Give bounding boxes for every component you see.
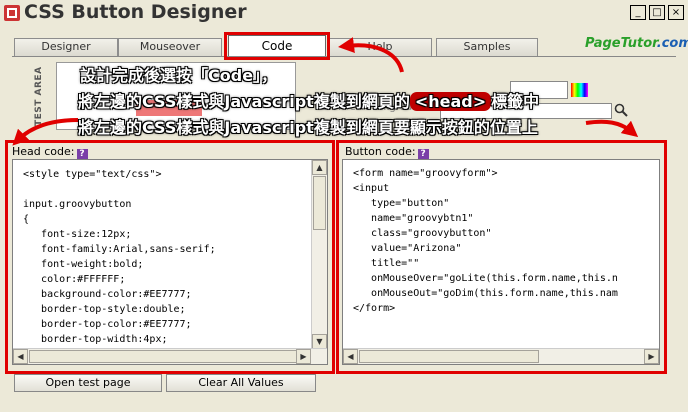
minimize-button[interactable]: _: [630, 5, 646, 20]
button-code-highlight: [336, 140, 667, 374]
color-picker-icon[interactable]: [571, 83, 588, 97]
open-test-page-button[interactable]: Open test page: [14, 374, 162, 392]
window-title: CSS Button Designer: [24, 1, 247, 23]
code-tab-highlight: [224, 32, 330, 60]
tab-designer[interactable]: Designer: [14, 38, 118, 56]
tab-samples[interactable]: Samples: [436, 38, 538, 56]
app-icon: [4, 5, 20, 21]
tab-mouseover[interactable]: Mouseover: [118, 38, 222, 56]
brand-logo[interactable]: PageTutor.com: [585, 36, 688, 51]
clear-all-values-button[interactable]: Clear All Values: [166, 374, 316, 392]
annotation-line-1: 設計完成後選按「Code」，: [80, 66, 278, 85]
tab-divider: [12, 56, 676, 57]
search-icon[interactable]: [614, 103, 628, 117]
test-area-label: TEST AREA: [34, 66, 44, 126]
annotation-line-3: 將左邊的CSS樣式與Javascript複製到網頁要顯示按鈕的位置上: [78, 118, 538, 137]
annotation-line-2: 將左邊的CSS樣式與Javascript複製到網頁的 <head> 標籤中: [78, 92, 540, 111]
arrow-to-button-code: [585, 119, 639, 138]
tab-help[interactable]: Help: [328, 38, 432, 56]
maximize-button[interactable]: □: [649, 5, 665, 20]
head-code-highlight: [5, 140, 335, 374]
close-button[interactable]: ×: [668, 5, 684, 20]
title-bar: CSS Button Designer _ □ ×: [0, 0, 688, 28]
head-tag-highlight: <head>: [409, 92, 492, 111]
